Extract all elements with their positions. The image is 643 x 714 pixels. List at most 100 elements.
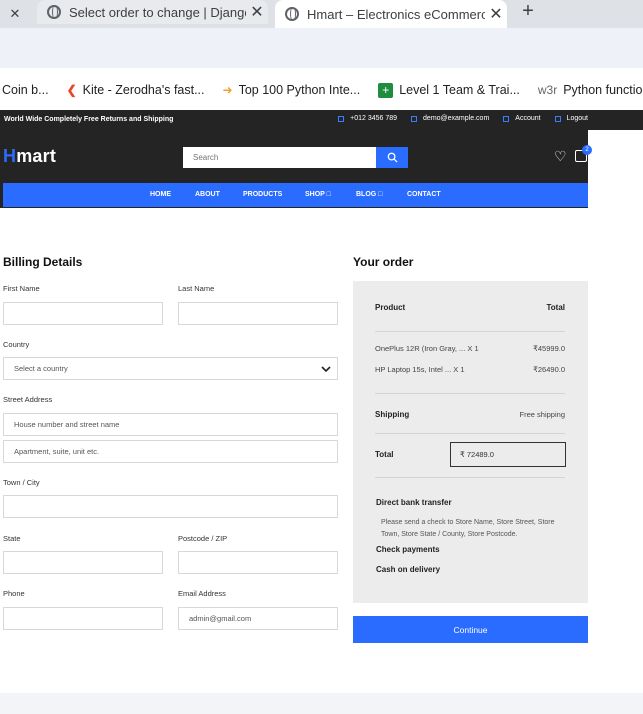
payment-bank-description: Please send a check to Store Name, Store… bbox=[381, 519, 555, 538]
postcode-field[interactable] bbox=[178, 551, 338, 574]
account-link[interactable]: Account bbox=[503, 115, 541, 122]
payment-option-bank-transfer[interactable]: Direct bank transfer bbox=[376, 498, 452, 507]
country-select[interactable]: Select a country bbox=[3, 357, 338, 380]
last-name-field[interactable] bbox=[178, 302, 338, 325]
promo-text: World Wide Completely Free Returns and S… bbox=[4, 116, 174, 123]
logo-text: mart bbox=[16, 146, 57, 166]
street-address-placeholder: House number and street name bbox=[14, 420, 120, 429]
street-address-label: Street Address bbox=[3, 395, 53, 404]
last-name-label: Last Name bbox=[178, 284, 215, 293]
town-city-label: Town / City bbox=[3, 478, 40, 487]
search-icon bbox=[387, 152, 398, 163]
town-city-field[interactable] bbox=[3, 495, 338, 518]
payment-option-cod[interactable]: Cash on delivery bbox=[376, 565, 440, 574]
w3r-icon: w3r bbox=[537, 83, 558, 97]
order-item-price: ₹26490.0 bbox=[533, 365, 565, 374]
bookmark-level1[interactable]: + Level 1 Team & Trai... bbox=[378, 82, 520, 98]
postcode-label: Postcode / ZIP bbox=[178, 534, 228, 543]
bookmark-coin[interactable]: Coin b... bbox=[2, 83, 49, 97]
nav-contact[interactable]: CONTACT bbox=[407, 191, 441, 198]
tab-hmart[interactable]: Hmart – Electronics eCommerce ✕ bbox=[275, 0, 507, 28]
site-top-strip: World Wide Completely Free Returns and S… bbox=[0, 110, 643, 130]
tab-title: Select order to change | Django bbox=[69, 4, 246, 20]
tab-close-button[interactable]: ✕ bbox=[0, 0, 30, 28]
kite-icon: ❮ bbox=[66, 83, 77, 97]
nav-products[interactable]: PRODUCTS bbox=[243, 191, 282, 198]
order-item-name: HP Laptop 15s, Intel ... X 1 bbox=[375, 365, 465, 374]
country-select-value: Select a country bbox=[14, 364, 68, 373]
search-bar bbox=[183, 147, 408, 168]
bookmark-label: Top 100 Python Inte... bbox=[238, 83, 361, 97]
order-item-price: ₹45999.0 bbox=[533, 344, 565, 353]
phone-field[interactable] bbox=[3, 607, 163, 630]
phone-icon bbox=[338, 115, 345, 122]
close-icon[interactable]: ✕ bbox=[10, 6, 21, 22]
product-column-header: Product bbox=[375, 303, 406, 312]
bookmark-python-interview[interactable]: ➜ Top 100 Python Inte... bbox=[223, 83, 361, 97]
tab-title: Hmart – Electronics eCommerce bbox=[307, 6, 485, 22]
total-value-box: ₹ 72489.0 bbox=[450, 442, 566, 467]
top-icon: ➜ bbox=[222, 83, 233, 97]
divider bbox=[375, 393, 565, 394]
order-summary-box: Product Total OnePlus 12R (Iron Gray, ..… bbox=[353, 281, 588, 603]
order-heading: Your order bbox=[353, 255, 414, 269]
shipping-value: Free shipping bbox=[519, 410, 565, 419]
bookmark-python-functions[interactable]: w3r Python functions - bbox=[538, 83, 643, 97]
payment-option-check[interactable]: Check payments bbox=[376, 545, 440, 554]
first-name-field[interactable] bbox=[3, 302, 163, 325]
user-icon bbox=[503, 115, 510, 122]
logo-initial: H bbox=[3, 146, 17, 166]
total-value: ₹ 72489.0 bbox=[460, 450, 494, 459]
email-field[interactable]: admin@gmail.com bbox=[178, 607, 338, 630]
apartment-field[interactable]: Apartment, suite, unit etc. bbox=[3, 440, 338, 463]
nav-about[interactable]: ABOUT bbox=[195, 191, 220, 198]
chevron-down-icon bbox=[321, 366, 331, 373]
cart-count-badge: 2 bbox=[582, 145, 592, 155]
address-bar-area bbox=[0, 28, 643, 68]
divider bbox=[375, 331, 565, 332]
nav-blog[interactable]: BLOG □ bbox=[356, 191, 382, 198]
bookmark-label: Python functions - bbox=[563, 83, 643, 97]
close-icon[interactable]: ✕ bbox=[246, 2, 268, 22]
total-label: Total bbox=[375, 450, 394, 459]
tab-django-admin[interactable]: Select order to change | Django ✕ bbox=[37, 0, 268, 24]
wishlist-heart-icon[interactable]: ♡ bbox=[554, 148, 567, 165]
bookmark-kite[interactable]: ❮ Kite - Zerodha's fast... bbox=[67, 83, 205, 97]
billing-heading: Billing Details bbox=[3, 255, 83, 269]
new-tab-button[interactable]: + bbox=[518, 0, 538, 24]
total-column-header: Total bbox=[546, 303, 565, 312]
street-address-field[interactable]: House number and street name bbox=[3, 413, 338, 436]
shipping-label: Shipping bbox=[375, 410, 410, 419]
main-nav: HOME ABOUT PRODUCTS SHOP □ BLOG □ CONTAC… bbox=[3, 183, 588, 207]
email-link[interactable]: demo@example.com bbox=[411, 115, 489, 122]
search-button[interactable] bbox=[376, 147, 408, 168]
country-label: Country bbox=[3, 340, 30, 349]
state-label: State bbox=[3, 534, 21, 543]
page-footer-band bbox=[0, 693, 643, 714]
mail-icon bbox=[411, 115, 418, 122]
continue-button[interactable]: Continue bbox=[353, 616, 588, 643]
divider bbox=[375, 477, 565, 478]
globe-icon bbox=[47, 5, 61, 19]
account-text: Account bbox=[515, 115, 541, 122]
divider bbox=[375, 433, 565, 434]
email-text: demo@example.com bbox=[423, 115, 490, 122]
apartment-placeholder: Apartment, suite, unit etc. bbox=[14, 447, 100, 456]
phone-text: +012 3456 789 bbox=[350, 115, 398, 122]
email-field-value: admin@gmail.com bbox=[189, 614, 252, 623]
globe-icon bbox=[285, 7, 299, 21]
bookmark-label: Coin b... bbox=[2, 83, 49, 97]
level-icon: + bbox=[378, 82, 394, 98]
logout-link[interactable]: Logout bbox=[554, 115, 588, 122]
phone-link[interactable]: +012 3456 789 bbox=[338, 115, 397, 122]
state-field[interactable] bbox=[3, 551, 163, 574]
search-input[interactable] bbox=[183, 147, 376, 168]
site-logo[interactable]: Hmart bbox=[3, 146, 56, 167]
browser-tab-bar: ✕ Select order to change | Django ✕ Hmar… bbox=[0, 0, 643, 28]
nav-home[interactable]: HOME bbox=[150, 191, 171, 198]
bookmark-label: Kite - Zerodha's fast... bbox=[82, 83, 205, 97]
order-item-name: OnePlus 12R (Iron Gray, ... X 1 bbox=[375, 344, 479, 353]
phone-label: Phone bbox=[3, 589, 25, 598]
close-icon[interactable]: ✕ bbox=[485, 4, 507, 24]
nav-shop[interactable]: SHOP □ bbox=[305, 191, 331, 198]
